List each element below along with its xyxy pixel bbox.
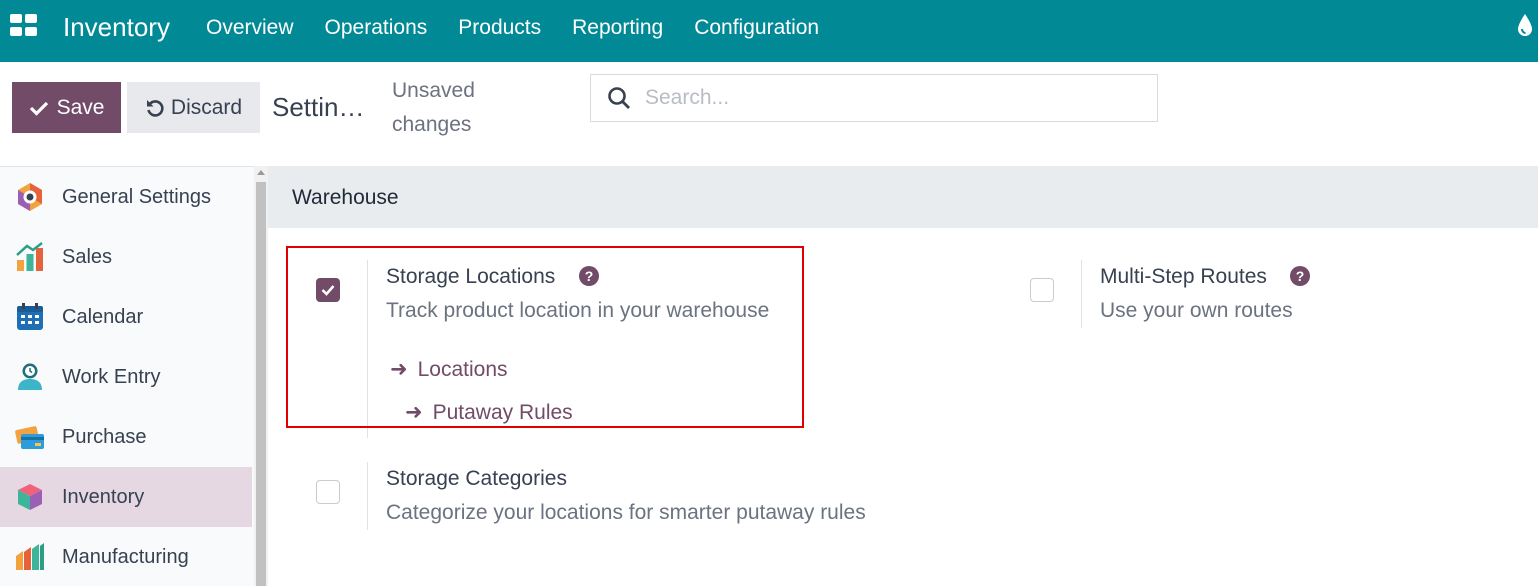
help-icon[interactable]: ? [1290,266,1310,286]
sidebar-item-sales[interactable]: Sales [0,227,252,287]
manufacturing-icon [16,543,44,570]
unsaved-changes-indicator: Unsaved changes [392,79,475,136]
menu-reporting[interactable]: Reporting [572,16,663,40]
sidebar-label-general-settings: General Settings [62,185,211,208]
sidebar-label-sales: Sales [62,245,113,268]
sidebar-item-purchase[interactable]: Purchase [0,407,252,467]
sidebar-item-manufacturing[interactable]: Manufacturing [0,527,252,587]
sidebar-scrollbar[interactable] [254,166,268,586]
sidebar-item-calendar[interactable]: Calendar [0,287,252,347]
storage-categories-checkbox[interactable] [316,480,340,504]
menu-products[interactable]: Products [458,16,541,40]
inventory-icon [18,484,42,510]
scrollbar-thumb[interactable] [256,182,266,586]
menu-operations[interactable]: Operations [325,16,428,40]
work-entry-icon [18,363,42,390]
discard-label: Discard [170,95,243,119]
section-header: Warehouse [268,166,1538,228]
save-label: Save [56,95,105,119]
purchase-icon [15,426,44,449]
search-icon [608,87,630,109]
debug-drop-icon[interactable] [1516,12,1534,38]
multi-step-routes-checkbox[interactable] [1030,278,1054,302]
discard-button[interactable]: Discard [127,82,260,133]
top-navbar: Inventory Overview Operations Products R… [0,0,1538,62]
sidebar-item-inventory[interactable]: Inventory [0,467,252,527]
undo-icon [146,99,164,117]
section-title: Warehouse [292,186,399,209]
sidebar-label-manufacturing: Manufacturing [62,545,189,568]
storage-categories-description: Categorize your locations for smarter pu… [386,501,866,524]
setting-divider [1081,260,1082,328]
menu-configuration[interactable]: Configuration [694,16,819,40]
page-title: Settin… [272,92,364,122]
sidebar-item-work-entry[interactable]: Work Entry [0,347,252,407]
save-button[interactable]: Save [12,82,121,133]
search-input[interactable] [645,86,1125,110]
app-brand[interactable]: Inventory [63,12,170,43]
search-bar [590,74,1158,122]
scroll-up-arrow-icon[interactable] [257,170,265,175]
settings-sidebar: General Settings Sales Calendar Work Ent… [0,166,254,586]
main-menu: Overview Operations Products Reporting C… [206,16,850,40]
multi-step-routes-description: Use your own routes [1100,299,1293,322]
highlight-annotation-box [286,246,804,428]
apps-menu-icon[interactable] [10,14,37,36]
general-settings-icon [18,183,42,211]
storage-categories-title: Storage Categories [386,467,567,490]
calendar-icon [17,303,43,330]
sidebar-label-work-entry: Work Entry [62,365,161,388]
check-icon [29,101,48,116]
multi-step-routes-title: Multi-Step Routes [1100,265,1267,288]
sales-icon [16,242,43,271]
sidebar-item-general-settings[interactable]: General Settings [0,167,252,227]
sidebar-label-purchase: Purchase [62,425,147,448]
setting-divider [367,462,368,530]
sidebar-label-calendar: Calendar [62,305,144,328]
menu-overview[interactable]: Overview [206,16,294,40]
sidebar-label-inventory: Inventory [62,485,145,508]
